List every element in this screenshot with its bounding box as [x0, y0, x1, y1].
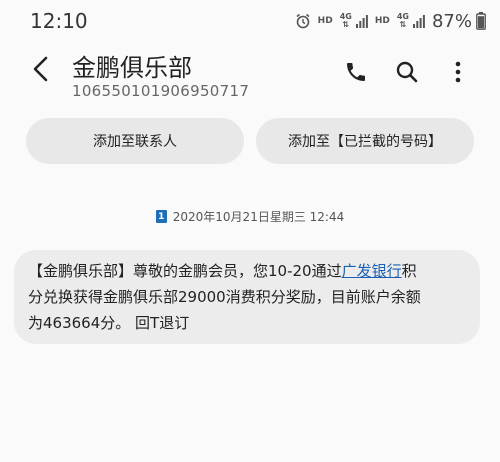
back-button[interactable]	[26, 56, 56, 86]
message-line-1-end: 积	[401, 262, 417, 280]
status-bar: 12:10 HD 4G ⇅ HD 4G ⇅ 87%	[0, 0, 500, 42]
contact-name: 金鹏俱乐部	[72, 54, 192, 82]
back-arrow-icon	[32, 56, 50, 86]
add-to-blocked-label: 添加至【已拦截的号码】	[288, 134, 442, 150]
status-time: 12:10	[30, 9, 88, 33]
message-date: 2020年10月21日星期三 12:44	[172, 210, 345, 224]
add-to-contacts-button[interactable]: 添加至联系人	[26, 118, 244, 164]
battery-icon	[476, 12, 486, 30]
signal-icon	[355, 14, 368, 28]
message-line-1: 【金鹏俱乐部】尊敬的金鹏会员，您10-20通过广发银行积	[28, 258, 466, 284]
hd-voice-label: HD	[317, 16, 333, 26]
conversation-header: 金鹏俱乐部 106550101906950717	[0, 42, 500, 112]
more-vertical-icon	[454, 60, 462, 88]
search-button[interactable]	[393, 60, 421, 88]
alarm-icon	[295, 13, 311, 29]
call-button[interactable]	[342, 60, 370, 88]
search-icon	[395, 60, 419, 88]
data-arrows-icon: ⇅	[342, 20, 350, 29]
date-separator: 1 2020年10月21日星期三 12:44	[0, 208, 500, 225]
sim-card-icon: 1	[155, 210, 167, 223]
battery-percent: 87%	[431, 10, 472, 32]
network-type-icon-2: 4G ⇅	[397, 13, 409, 29]
message-line-1-start: 【金鹏俱乐部】尊敬的金鹏会员，您10-20通过	[28, 262, 342, 280]
message-line-3: 为463664分。 回T退订	[28, 314, 190, 332]
contact-number: 106550101906950717	[72, 82, 250, 100]
hd-voice-label-2: HD	[374, 16, 390, 26]
signal-icon-2	[412, 14, 425, 28]
more-options-button[interactable]	[444, 60, 472, 88]
add-to-contacts-label: 添加至联系人	[93, 134, 177, 150]
phone-icon	[344, 60, 368, 88]
message-line-2: 分兑换获得金鹏俱乐部29000消费积分奖励，目前账户余额	[28, 288, 421, 306]
bank-link[interactable]: 广发银行	[342, 262, 402, 280]
message-bubble[interactable]: 【金鹏俱乐部】尊敬的金鹏会员，您10-20通过广发银行积 分兑换获得金鹏俱乐部2…	[14, 250, 480, 344]
status-icons: HD 4G ⇅ HD 4G ⇅ 87%	[295, 10, 486, 32]
network-type-icon: 4G ⇅	[340, 13, 352, 29]
data-arrows-icon-2: ⇅	[399, 20, 407, 29]
add-to-blocked-button[interactable]: 添加至【已拦截的号码】	[256, 118, 474, 164]
